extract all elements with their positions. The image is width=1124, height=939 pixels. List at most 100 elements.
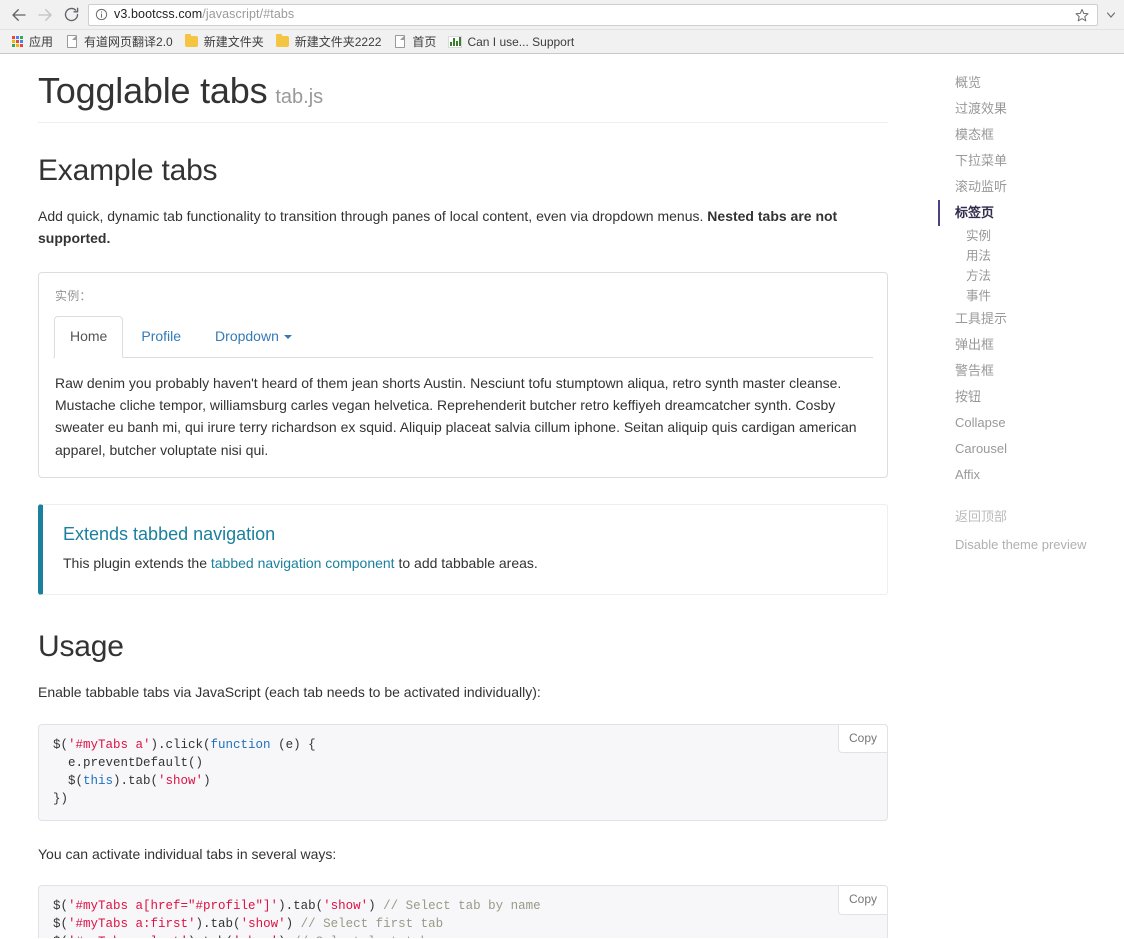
sidebar-subitem-events[interactable]: 事件	[940, 286, 1120, 306]
folder-icon	[276, 34, 290, 49]
tab-pane-text: Raw denim you probably haven't heard of …	[55, 374, 857, 458]
sidebar-item-carousel[interactable]: Carousel	[940, 436, 1120, 462]
tab-home-link[interactable]: Home	[54, 315, 124, 358]
bookmark-label: 有道网页翻译2.0	[84, 35, 173, 49]
callout-info: Extends tabbed navigation This plugin ex…	[38, 504, 888, 596]
bookmark-apps[interactable]: 应用	[4, 32, 59, 52]
sidebar-item-tooltip[interactable]: 工具提示	[940, 306, 1120, 332]
bookmark-folder-1[interactable]: 新建文件夹	[179, 32, 270, 52]
sidebar-item-label[interactable]: 下拉菜单	[938, 148, 1120, 174]
copy-button-1[interactable]: Copy	[837, 723, 888, 754]
sidebar-item-label[interactable]: Carousel	[938, 436, 1120, 462]
bookmark-caniuse[interactable]: Can I use... Support	[442, 32, 580, 52]
bookmark-label: 首页	[412, 35, 437, 49]
usage-intro-paragraph-2: You can activate individual tabs in seve…	[38, 845, 337, 862]
browser-chrome: v3.bootcss.com/javascript/#tabs 应用 有道网页翻…	[0, 0, 1124, 54]
example-panel-label: 实例：	[55, 288, 92, 303]
tab-profile[interactable]: Profile	[125, 316, 197, 358]
sidebar-item-tabs[interactable]: 标签页 实例 用法 方法 事件	[938, 200, 1120, 306]
section-heading-usage: Usage	[38, 630, 124, 664]
code2-r1b: ).tab(	[195, 917, 241, 932]
bookmark-youdao[interactable]: 有道网页翻译2.0	[59, 32, 179, 52]
bookmark-home[interactable]: 首页	[387, 32, 442, 52]
code-block-1-wrapper: $('#myTabs a').click(function (e) { e.pr…	[38, 723, 888, 821]
sidebar-item-modal[interactable]: 模态框	[940, 122, 1120, 148]
code-block-2: $('#myTabs a[href="#profile"]').tab('sho…	[38, 885, 888, 938]
tab-dropdown-link[interactable]: Dropdown	[199, 316, 308, 358]
code2-r1-comment: // Select first tab	[300, 917, 444, 932]
code2-r2-comment: // Select last tab	[293, 935, 428, 938]
intro-normal-text: Add quick, dynamic tab functionality to …	[38, 208, 708, 224]
sidebar-item-label[interactable]: 工具提示	[938, 306, 1120, 332]
tab-profile-link[interactable]: Profile	[125, 316, 197, 358]
sidebar-item-label[interactable]: 概览	[938, 70, 1120, 96]
sidebar-footer: 返回顶部 Disable theme preview	[940, 504, 1120, 558]
sidebar-subitem-label[interactable]: 实例	[940, 226, 1120, 246]
code2-r1c: )	[285, 917, 301, 932]
code1-l1-keyword: function	[210, 737, 271, 752]
callout-text: This plugin extends the tabbed navigatio…	[63, 553, 867, 575]
sidebar-subitem-label[interactable]: 方法	[940, 266, 1120, 286]
code2-r0b: ).tab(	[278, 899, 324, 914]
tabs-nav: Home Profile Dropdown	[53, 315, 873, 358]
document-icon	[65, 35, 79, 49]
bookmark-folder-2[interactable]: 新建文件夹2222	[270, 32, 388, 52]
sidebar-item-label[interactable]: Collapse	[938, 410, 1120, 436]
code-block-2-wrapper: $('#myTabs a[href="#profile"]').tab('sho…	[38, 885, 888, 938]
code2-r2-string2: 'show'	[233, 935, 278, 938]
tab-dropdown[interactable]: Dropdown	[199, 316, 308, 358]
sidebar-item-collapse[interactable]: Collapse	[940, 410, 1120, 436]
tab-home[interactable]: Home	[54, 315, 124, 358]
sidebar-subitem-methods[interactable]: 方法	[940, 266, 1120, 286]
sidebar-item-transitions[interactable]: 过渡效果	[940, 96, 1120, 122]
usage-intro-paragraph: Enable tabbable tabs via JavaScript (eac…	[38, 684, 541, 701]
address-bar[interactable]: v3.bootcss.com/javascript/#tabs	[88, 3, 1098, 26]
code2-r1-string: '#myTabs a:first'	[68, 917, 196, 932]
apps-grid-icon	[10, 35, 24, 49]
tabbed-navigation-link[interactable]: tabbed navigation component	[211, 555, 395, 571]
sidebar-item-label[interactable]: 滚动监听	[938, 174, 1120, 200]
sidebar-subitem-usage[interactable]: 用法	[940, 246, 1120, 266]
sidebar-item-popover[interactable]: 弹出框	[940, 332, 1120, 358]
callout-heading: Extends tabbed navigation	[63, 524, 276, 545]
back-to-top-link[interactable]: 返回顶部	[940, 504, 1120, 530]
document-icon	[393, 35, 407, 49]
reload-button[interactable]	[58, 2, 84, 28]
url-host: v3.bootcss.com	[114, 8, 203, 21]
code2-r0-string: '#myTabs a[href="#profile"]'	[68, 899, 279, 914]
code2-r0c: )	[368, 899, 384, 914]
sidebar-item-label[interactable]: 弹出框	[938, 332, 1120, 358]
sidebar-subitem-example[interactable]: 实例	[940, 226, 1120, 246]
callout-text-after: to add tabbable areas.	[394, 554, 538, 571]
code2-r0a: $(	[53, 899, 69, 914]
theme-preview-toggle[interactable]: Disable theme preview	[940, 530, 1120, 558]
bookmark-label: 新建文件夹2222	[294, 35, 382, 49]
bookmark-label: 应用	[29, 35, 54, 49]
sidebar-item-label[interactable]: 标签页	[938, 200, 1120, 226]
bookmark-label: Can I use... Support	[467, 34, 575, 49]
code1-l3b: ).tab(	[113, 773, 159, 788]
code1-l1c: (e) {	[270, 737, 316, 752]
sidebar-item-label[interactable]: Affix	[938, 462, 1120, 488]
sidebar-item-label[interactable]: 模态框	[938, 122, 1120, 148]
sidebar-item-alert[interactable]: 警告框	[940, 358, 1120, 384]
sidebar-item-overview[interactable]: 概览	[940, 70, 1120, 96]
copy-button-2[interactable]: Copy	[837, 885, 888, 915]
sidebar-subitem-label[interactable]: 事件	[940, 286, 1120, 306]
back-button[interactable]	[6, 2, 32, 28]
page-info-icon[interactable]	[95, 8, 108, 21]
sidebar-item-label[interactable]: 过渡效果	[938, 96, 1120, 122]
sidebar-item-scrollspy[interactable]: 滚动监听	[940, 174, 1120, 200]
sidebar-item-label[interactable]: 按钮	[938, 384, 1120, 410]
page-title-text: Togglable tabs	[38, 70, 268, 111]
sidebar-subitem-label[interactable]: 用法	[940, 246, 1120, 266]
bookmark-star-icon[interactable]	[1073, 6, 1091, 24]
sidebar-item-dropdown[interactable]: 下拉菜单	[940, 148, 1120, 174]
forward-button[interactable]	[32, 2, 58, 28]
sidebar-item-affix[interactable]: Affix	[940, 462, 1120, 488]
sidebar-item-label[interactable]: 警告框	[938, 358, 1120, 384]
url-path: /javascript/#tabs	[202, 8, 295, 21]
code1-l1a: $(	[53, 737, 69, 752]
browser-menu-button[interactable]	[1104, 2, 1118, 28]
sidebar-item-button[interactable]: 按钮	[940, 384, 1120, 410]
